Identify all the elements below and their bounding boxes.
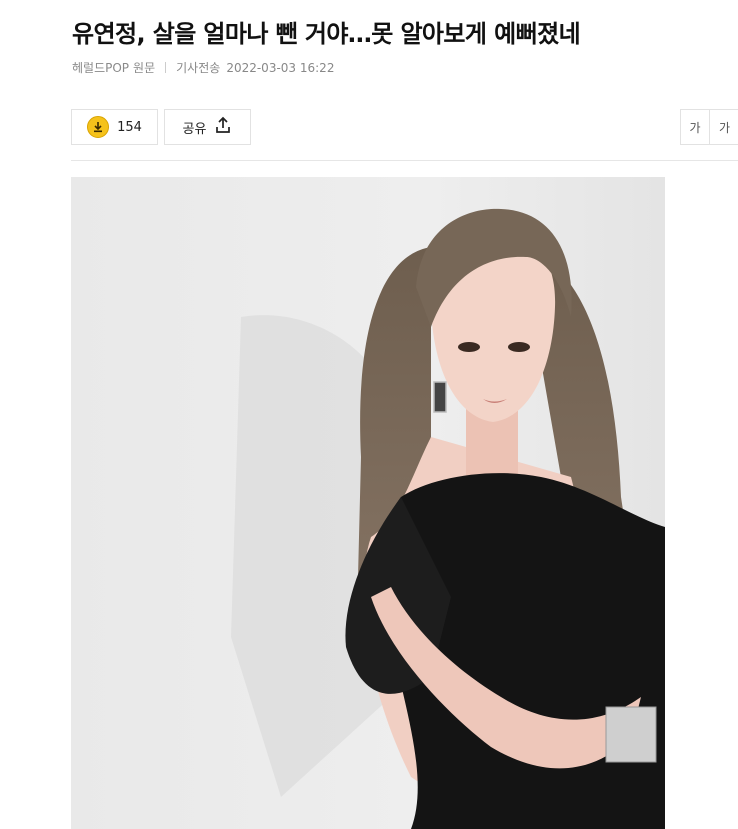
share-button[interactable]: 공유 [164, 109, 251, 145]
article-photo [71, 177, 665, 829]
header-divider [71, 160, 738, 161]
meta-divider [165, 62, 167, 73]
press-name[interactable]: 헤럴드POP [72, 59, 129, 76]
emoji-coin-icon [87, 116, 110, 138]
reaction-button[interactable]: 154 [71, 109, 158, 145]
article-datetime: 2022-03-03 16:22 [226, 60, 335, 75]
article-meta: 헤럴드POP 원문 기사전송 2022-03-03 16:22 [72, 59, 334, 76]
share-upload-icon [214, 116, 232, 138]
reaction-count: 154 [117, 119, 142, 135]
article-headline: 유연정, 살을 얼마나 뺀 거야…못 알아보게 예뻐졌네 [72, 20, 581, 48]
origin-link[interactable]: 원문 [133, 59, 155, 76]
sent-label: 기사전송 [176, 61, 221, 75]
font-size-controls: 가 가 [680, 109, 738, 145]
font-decrease-button[interactable]: 가 [680, 109, 710, 145]
font-increase-button[interactable]: 가 [710, 109, 738, 145]
share-label: 공유 [182, 121, 207, 137]
